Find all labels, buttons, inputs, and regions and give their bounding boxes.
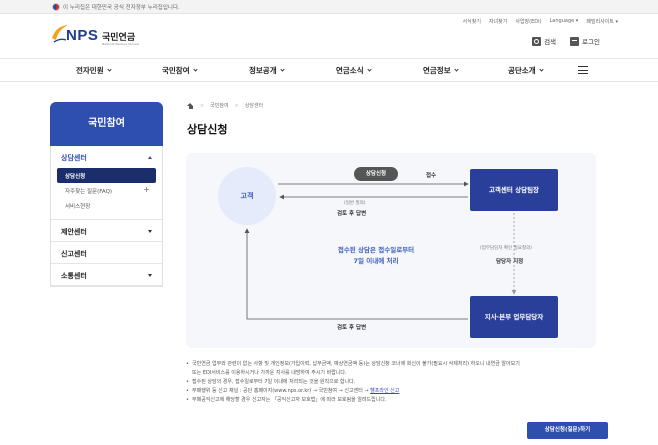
apply-pill: 상담신청 [354,167,398,181]
review-answer-top: 검토 후 답변 [337,211,367,217]
sidebar-sublist: 상담신청 자주찾는 질문(FAQ) + 서비스현장 [51,168,162,220]
notice-item: 부패행위 등 신고 채널 : 공단 홈페이지(www.nps.or.kr) → … [186,387,606,396]
notice-item: 또는 EDI서비스를 이용하시거나 가까운 지사를 내방하여 주시기 바랍니다. [192,370,347,376]
search-button-label: 검색 [544,38,557,46]
global-nav: 전자민원 국민참여 정보공개 연금소식 연금정보 공단소개 [0,58,658,82]
breadcrumb-separator: > [234,102,239,109]
process-notice: 접수된 상담은 접수일로부터 7일 이내에 처리 [337,246,415,265]
sidebar-sub-faq[interactable]: 자주찾는 질문(FAQ) + [57,183,156,198]
search-icon [532,36,542,46]
receive-label: 접수 [426,173,437,179]
gov-notice-text: 이 누리집은 대한민국 공식 전자정부 누리집입니다. [63,5,180,11]
site-header: NPS 국민연금 National Pension Service 서식찾기 자… [0,14,658,58]
login-icon [570,36,580,46]
utility-links: 서식찾기 자녀찾기 사업장(EDI) Language ▾ 패밀리사이트 ▾ [463,18,618,25]
assign-label: 담당자 지정 [496,259,524,265]
call-center-node: 고객센터 상담팀장 [470,169,558,211]
gnb-item-news[interactable]: 연금소식 [336,65,372,76]
breadcrumb-item-participation[interactable]: 국민참여 [210,102,228,109]
caret-down-icon [148,230,152,233]
login-button[interactable]: 로그인 [570,36,600,46]
page-title: 상담신청 [187,123,228,136]
menu-icon[interactable] [578,66,588,74]
plus-icon: + [143,185,150,194]
util-link-edi[interactable]: 사업장(EDI) [515,18,541,25]
notice-item: 국민연금 업무와 관련이 없는 사항 및 개인정보(가입이력, 납부금액, 예상… [186,360,606,369]
util-link-language[interactable]: Language ▾ [550,18,579,25]
chevron-down-icon [366,67,372,72]
customer-node: 고객 [218,167,276,225]
chevron-down-icon [538,67,544,72]
chevron-down-icon [106,67,112,72]
sidebar-item-counsel-center[interactable]: 상담센터 [51,146,162,168]
gnb-item-disclosure[interactable]: 정보공개 [249,65,285,76]
branch-officer-node: 지사·본부 업무담당자 [470,296,558,338]
notice-list: 국민연금 업무와 관련이 없는 사항 및 개인정보(가입이력, 납부금액, 예상… [186,360,606,405]
breadcrumb: > 국민참여 > 상담센터 [187,102,263,109]
side-nav-title: 국민참여 [50,102,163,146]
side-nav: 국민참여 상담센터 상담신청 자주찾는 질문(FAQ) + 서비스현장 제안센터 … [50,102,163,287]
review-answer-bottom: 검토 후 답변 [337,325,367,331]
sidebar-item-communication-center[interactable]: 소통센터 [51,264,162,286]
general-question-label: (일반 질의) [344,201,366,206]
gov-notice-bar: 이 누리집은 대한민국 공식 전자정부 누리집입니다. [0,0,658,14]
sidebar-item-report-center[interactable]: 신고센터 [51,242,162,264]
gnb-item-info[interactable]: 연금정보 [423,65,459,76]
breadcrumb-item-counsel[interactable]: 상담센터 [245,102,263,109]
notice-item: 접수된 상담의 경우, 접수일로부터 7일 이내에 처리되는 것을 원칙으로 합… [186,378,606,387]
breadcrumb-separator: > [200,102,205,109]
util-link-children[interactable]: 자녀찾기 [489,18,507,25]
header-buttons: 검색 로그인 [532,36,600,46]
gnb-item-about[interactable]: 공단소개 [508,65,544,76]
caret-down-icon [148,274,152,277]
gnb-item-civil[interactable]: 전자민원 [76,65,112,76]
logo-subname: National Pension Service [102,42,140,46]
chevron-down-icon [279,67,285,72]
util-link-family[interactable]: 패밀리사이트 ▾ [586,18,618,25]
notice-item: 부패공익신고에 해당할 경우 신고자는 「공익신고자 보호법」에 따라 보호됨을… [186,396,606,405]
caret-up-icon [148,156,152,159]
sidebar-item-proposal-center[interactable]: 제안센터 [51,220,162,242]
side-nav-body: 상담센터 상담신청 자주찾는 질문(FAQ) + 서비스현장 제안센터 신고센터 … [50,146,163,287]
gnb-item-participation[interactable]: 국민참여 [162,65,198,76]
logo-text: NPS [66,27,99,44]
util-link-forms[interactable]: 서식찾기 [463,18,481,25]
chevron-down-icon [192,67,198,72]
login-button-label: 로그인 [582,38,600,46]
nps-logo[interactable]: NPS 국민연금 National Pension Service [50,22,150,52]
chevron-down-icon [453,67,459,72]
process-diagram: 고객 상담신청 접수 고객센터 상담팀장 (일반 질의) 검토 후 답변 접수된… [186,153,596,348]
need-check-label: (업무담당자 확인 필요질의) [480,246,532,251]
sidebar-sub-service[interactable]: 서비스현장 [57,198,156,213]
helpline-report-link[interactable]: 헬프라인 신고 [370,388,399,394]
apply-counsel-button[interactable]: 상담신청(질문)하기 [527,422,608,439]
search-button[interactable]: 검색 [532,36,556,46]
home-icon[interactable] [187,102,194,109]
korea-flag-icon [52,3,60,11]
sidebar-sub-apply[interactable]: 상담신청 [57,168,156,183]
